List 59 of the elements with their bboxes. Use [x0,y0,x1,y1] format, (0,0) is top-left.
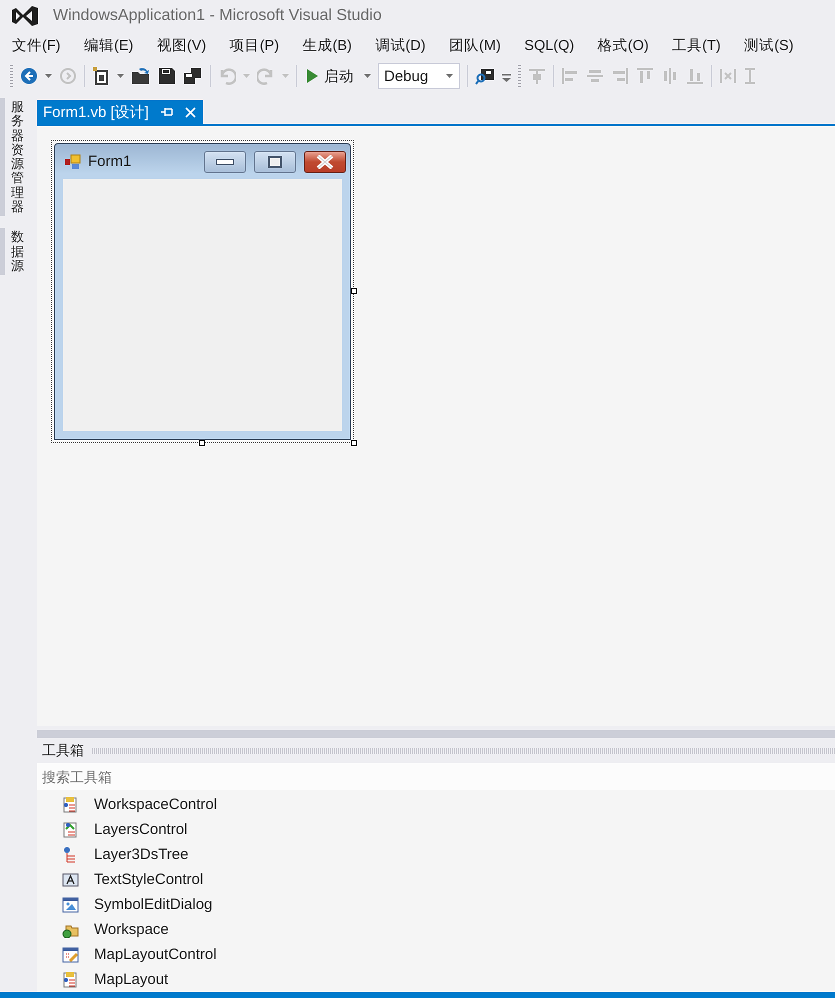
caret-icon[interactable] [364,74,371,78]
component-icon [62,796,79,813]
minimize-button[interactable] [204,150,246,172]
resize-handle[interactable] [351,440,357,446]
menu-item[interactable]: 工具(T) [664,32,729,60]
menu-item[interactable]: 生成(B) [294,32,360,60]
back-icon[interactable] [20,67,38,85]
play-icon [307,69,318,83]
form-title: Form1 [88,153,132,170]
form-icon [65,154,81,170]
start-button[interactable]: 启动 [304,64,357,88]
menu-item[interactable]: 测试(S) [736,32,802,60]
configuration-dropdown[interactable]: Debug [378,63,460,89]
menu-item[interactable]: SQL(Q) [516,32,582,60]
new-project-icon[interactable] [92,66,110,86]
menu-item[interactable]: 格式(O) [590,32,657,60]
document-tab[interactable]: Form1.vb [设计] [37,100,203,124]
search-field[interactable]: 搜索工具箱 [37,763,835,790]
toolbox-item[interactable]: LayersControl [94,821,188,838]
menu-item[interactable]: 团队(M) [441,32,509,60]
menu-item[interactable]: 调试(D) [367,32,434,60]
open-folder-icon[interactable] [131,67,151,85]
side-tab[interactable]: 服务器资源管理器 [0,98,24,216]
toolbox-item[interactable]: MapLayout [94,971,168,988]
close-icon[interactable] [184,106,196,118]
minimize-icon [216,158,234,164]
resize-handle[interactable] [351,288,357,294]
caret-icon [446,74,453,78]
logo-icon [12,5,38,27]
pin-icon[interactable] [160,107,173,117]
toolbox-item[interactable]: TextStyleControl [94,871,204,888]
menu-item[interactable]: 视图(V) [148,32,214,60]
menu-item[interactable]: 文件(F) [4,32,69,60]
component-icon [62,896,79,913]
save-icon[interactable] [158,67,176,85]
menu-item[interactable]: 编辑(E) [76,32,142,60]
toolbox-item[interactable]: MapLayoutControl [94,946,217,963]
caret-icon[interactable] [45,74,52,78]
panel-title: 工具箱 [42,742,84,760]
form-window[interactable]: Form1 [54,143,351,440]
menu-item[interactable]: 项目(P) [222,32,288,60]
component-icon [62,971,79,988]
window-title: WindowsApplication1 - Microsoft Visual Studio [53,7,382,25]
component-icon [62,871,79,888]
resize-handle[interactable] [199,440,205,446]
close-icon [316,154,334,168]
close-button[interactable] [304,150,346,172]
maximize-icon [268,156,282,168]
component-icon [62,821,79,838]
component-icon [62,946,79,963]
find-icon[interactable] [475,67,495,85]
toolbox-item[interactable]: SymbolEditDialog [94,896,212,913]
side-tab[interactable]: 数据源 [0,228,24,276]
save-all-icon[interactable] [183,67,203,85]
toolbox-item[interactable]: Workspace [94,921,169,938]
caret-icon[interactable] [117,74,124,78]
toolbox-item[interactable]: WorkspaceControl [94,796,218,813]
toolbox-item[interactable]: Layer3DsTree [94,846,188,863]
maximize-button[interactable] [254,150,296,172]
